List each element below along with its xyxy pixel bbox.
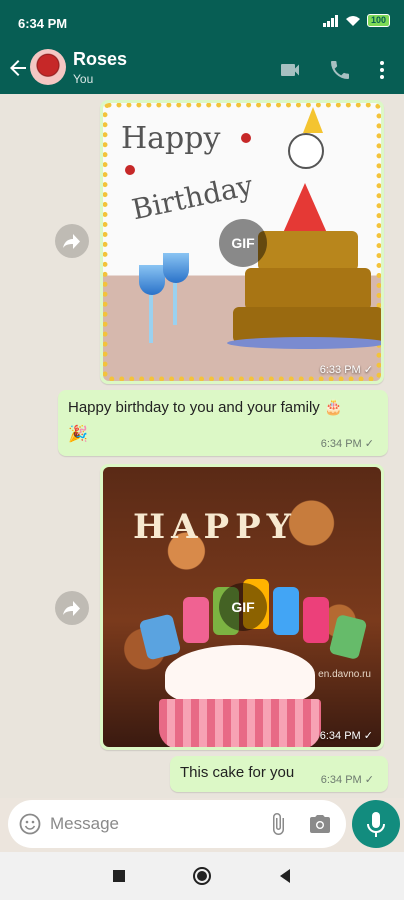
emoji-icon[interactable] [18, 812, 42, 836]
video-call-icon[interactable] [278, 58, 302, 82]
recents-icon[interactable] [109, 866, 129, 886]
contact-subtitle: You [73, 72, 94, 86]
message-emoji: 🎉 [68, 426, 88, 443]
arrow-left-icon[interactable] [6, 56, 30, 80]
message-time: 6:33 PM ✓ [319, 364, 373, 376]
message-composer [8, 800, 346, 848]
system-navigation-bar [0, 852, 404, 900]
gif-message-1[interactable]: Happy Birthday GIF 6:33 PM ✓ [100, 100, 384, 384]
image-text-happy: HAPPY [133, 507, 297, 547]
message-text: Happy birthday to you and your family 🎂 [68, 399, 343, 416]
party-hat [303, 107, 323, 133]
status-time: 6:34 PM [18, 16, 68, 31]
text-message-2[interactable]: This cake for you 6:34 PM ✓ [170, 756, 388, 792]
microphone-icon [367, 812, 385, 837]
signal-icon [322, 14, 338, 27]
home-icon[interactable] [192, 866, 212, 886]
gif-badge[interactable]: GIF [219, 219, 267, 267]
forward-icon[interactable] [55, 224, 89, 258]
image-text-happy: Happy [121, 121, 221, 156]
paperclip-icon[interactable] [266, 812, 290, 836]
status-icons: 100 [322, 14, 390, 27]
battery-indicator: 100 [366, 14, 390, 27]
image-watermark: en.davno.ru [318, 669, 371, 680]
camera-icon[interactable] [308, 812, 332, 836]
message-time: 6:34 PM ✓ [320, 774, 374, 786]
chat-area[interactable]: Happy Birthday GIF 6:33 PM ✓ Happy birth… [0, 94, 404, 798]
glass-2 [163, 253, 189, 283]
cupcake-wrapper [159, 699, 321, 747]
candle-letter [138, 613, 182, 661]
text-message-1[interactable]: Happy birthday to you and your family 🎂 … [58, 390, 388, 456]
forward-icon[interactable] [55, 591, 89, 625]
cake-middle-layer [245, 268, 371, 310]
back-nav-icon[interactable] [275, 866, 295, 886]
cherry-decoration [125, 165, 135, 175]
message-time: 6:34 PM ✓ [320, 438, 374, 450]
cake-top-layer [258, 231, 358, 271]
wifi-icon [345, 15, 360, 26]
message-text: This cake for you [180, 764, 295, 781]
microphone-button[interactable] [352, 800, 400, 848]
more-vert-icon[interactable] [370, 58, 394, 82]
cupcake-frosting [165, 645, 315, 705]
cherry-decoration [241, 133, 251, 143]
glass-stem [173, 283, 177, 325]
candle-letter [273, 587, 299, 635]
girl-dress [283, 183, 327, 233]
gif-image-birthday-girl[interactable]: Happy Birthday GIF 6:33 PM ✓ [103, 103, 381, 381]
message-input[interactable] [50, 812, 250, 836]
status-bar: 6:34 PM 100 [0, 0, 404, 46]
gif-image-birthday-cupcake[interactable]: HAPPY en.davno.ru GIF 6:34 PM ✓ [103, 467, 381, 747]
candle-letter [303, 597, 329, 643]
phone-icon[interactable] [328, 58, 352, 82]
gif-message-2[interactable]: HAPPY en.davno.ru GIF 6:34 PM ✓ [100, 464, 384, 750]
gif-badge[interactable]: GIF [219, 583, 267, 631]
chat-header: Roses You [0, 46, 404, 94]
avatar[interactable] [30, 49, 66, 85]
glass-stem [149, 295, 153, 343]
candle-letter [328, 613, 368, 661]
contact-name[interactable]: Roses [73, 49, 127, 70]
candle-letter [183, 597, 209, 643]
cake-plate [227, 337, 381, 349]
message-time: 6:34 PM ✓ [319, 730, 373, 742]
glass-1 [139, 265, 165, 295]
girl-face [288, 133, 324, 169]
